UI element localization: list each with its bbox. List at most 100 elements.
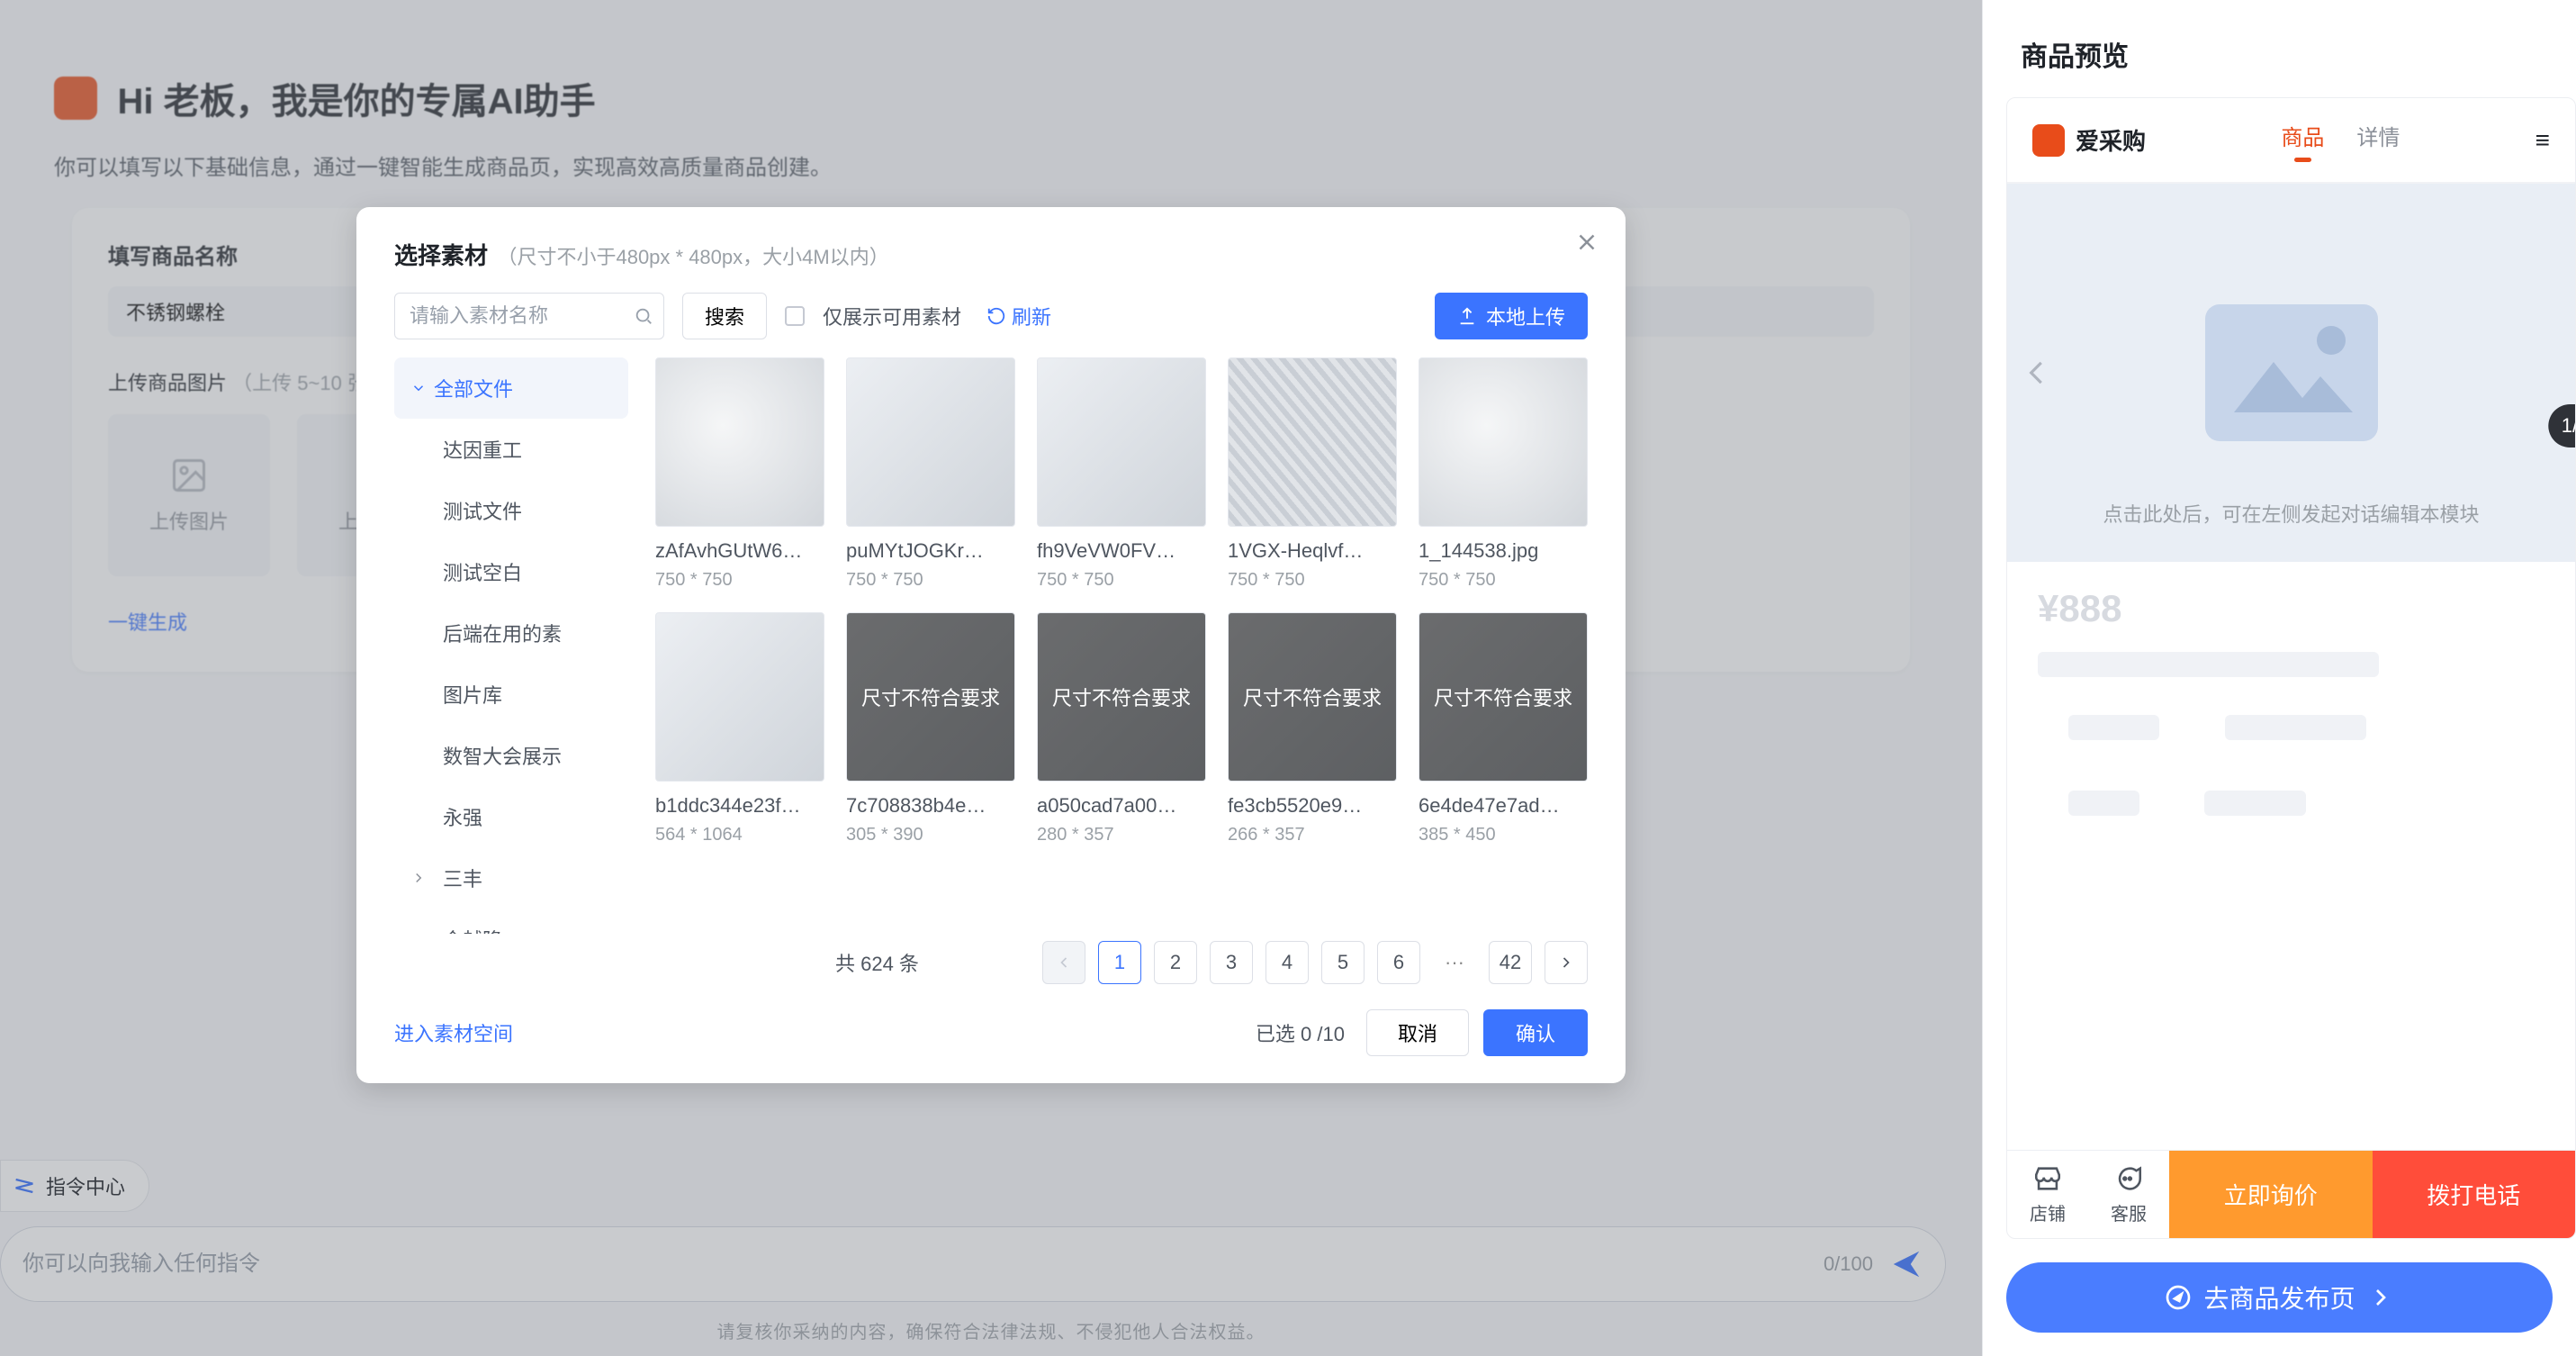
asset-thumb: 尺寸不符合要求 (1419, 612, 1588, 782)
tree-item[interactable]: 永强 (394, 786, 628, 847)
asset-filename: 1VGX-Heqlvf… (1228, 539, 1397, 563)
chevron-left-icon[interactable] (2020, 356, 2054, 390)
asset-card[interactable]: 1VGX-Heqlvf… 750 * 750 (1228, 357, 1397, 591)
shop-icon (2032, 1163, 2063, 1194)
asset-card[interactable]: 尺寸不符合要求 7c708838b4e… 305 * 390 (846, 612, 1015, 845)
pager: 共 624 条 123456 ··· 42 (655, 941, 1588, 984)
image-placeholder-icon (2202, 301, 2382, 445)
shop-button[interactable]: 店铺 (2007, 1151, 2088, 1238)
modal-title: 选择素材 (394, 242, 488, 269)
asset-card[interactable]: 尺寸不符合要求 a050cad7a00… 280 * 357 (1037, 612, 1206, 845)
tree-item[interactable]: 三丰 (394, 847, 628, 909)
pager-page[interactable]: 2 (1154, 941, 1197, 984)
pager-page[interactable]: 6 (1377, 941, 1420, 984)
tree-item[interactable]: 图片库 (394, 664, 628, 725)
asset-filename: a050cad7a00… (1037, 794, 1206, 818)
asset-filename: b1ddc344e23f… (655, 794, 824, 818)
size-warning: 尺寸不符合要求 (1229, 613, 1396, 781)
tab-goods[interactable]: 商品 (2281, 120, 2324, 160)
skeleton-line (2068, 715, 2159, 740)
local-upload-button[interactable]: 本地上传 (1435, 293, 1588, 339)
asset-dimensions: 750 * 750 (1228, 570, 1397, 591)
chevron-left-icon (1055, 954, 1073, 972)
size-warning: 尺寸不符合要求 (847, 613, 1014, 781)
search-icon (634, 306, 653, 326)
asset-dimensions: 750 * 750 (846, 570, 1015, 591)
size-warning: 尺寸不符合要求 (1038, 613, 1205, 781)
asset-thumb (1228, 357, 1397, 527)
skeleton-line (2204, 791, 2306, 816)
pager-page[interactable]: 3 (1210, 941, 1253, 984)
asset-card[interactable]: 尺寸不符合要求 6e4de47e7ad… 385 * 450 (1419, 612, 1588, 845)
tree-root-label: 全部文件 (434, 378, 513, 401)
asset-thumb (1037, 357, 1206, 527)
asset-dimensions: 280 * 357 (1037, 825, 1206, 845)
confirm-button[interactable]: 确认 (1483, 1009, 1588, 1056)
pager-page[interactable]: 1 (1098, 941, 1141, 984)
upload-icon (1457, 306, 1477, 326)
tree-item[interactable]: 金越隆 (394, 909, 628, 934)
tree-item[interactable]: 后端在用的素 (394, 602, 628, 664)
go-publish-label: 去商品发布页 (2203, 1279, 2355, 1315)
pager-last[interactable]: 42 (1489, 941, 1532, 984)
asset-card[interactable]: puMYtJOGKr…750 * 750 (846, 357, 1015, 591)
tree-item-label: 数智大会展示 (443, 746, 562, 768)
tree-item[interactable]: 达因重工 (394, 419, 628, 480)
search-button[interactable]: 搜索 (682, 293, 767, 339)
size-warning: 尺寸不符合要求 (1419, 613, 1587, 781)
phone-preview: 爱采购 商品 详情 ≡ 点击此处后，可在左侧发起对话编辑本模块 1/0 ¥888 (2006, 97, 2576, 1239)
tree-item-label: 金越隆 (443, 929, 502, 934)
service-button[interactable]: 客服 (2088, 1151, 2169, 1238)
pager-page[interactable]: 5 (1321, 941, 1365, 984)
chevron-right-icon (410, 870, 427, 886)
pager-page[interactable]: 4 (1265, 941, 1309, 984)
asset-card[interactable]: 1_144538.jpg750 * 750 (1419, 357, 1588, 591)
tree-item[interactable]: 测试空白 (394, 541, 628, 602)
tree-item-label: 永强 (443, 807, 482, 829)
refresh-link[interactable]: 刷新 (986, 302, 1051, 330)
tree-root[interactable]: 全部文件 (394, 357, 628, 419)
asset-filename: 6e4de47e7ad… (1419, 794, 1588, 818)
asset-card[interactable]: b1ddc344e23f… 564 * 1064 (655, 612, 824, 845)
chevron-right-icon (1557, 954, 1575, 972)
tree-item[interactable]: 数智大会展示 (394, 725, 628, 786)
only-usable-checkbox[interactable] (785, 306, 805, 326)
go-publish-button[interactable]: 去商品发布页 (2006, 1262, 2553, 1333)
call-button[interactable]: 拨打电话 (2373, 1151, 2576, 1238)
tree-item-label: 测试文件 (443, 501, 522, 523)
asset-dimensions: 305 * 390 (846, 825, 1015, 845)
asset-dimensions: 564 * 1064 (655, 825, 824, 845)
asset-card[interactable]: zAfAvhGUtW6…750 * 750 (655, 357, 824, 591)
ask-price-button[interactable]: 立即询价 (2169, 1151, 2373, 1238)
asset-filename: 7c708838b4e… (846, 794, 1015, 818)
enter-space-link[interactable]: 进入素材空间 (394, 1018, 513, 1047)
selected-count: 已选 0 /10 (1256, 1018, 1345, 1047)
asset-dimensions: 750 * 750 (655, 570, 824, 591)
close-icon[interactable] (1573, 229, 1600, 256)
only-usable-label: 仅展示可用素材 (823, 302, 961, 330)
search-input[interactable] (394, 293, 664, 339)
chat-icon (2113, 1163, 2144, 1194)
asset-thumb (655, 357, 824, 527)
cancel-button[interactable]: 取消 (1366, 1009, 1469, 1056)
asset-dimensions: 750 * 750 (1037, 570, 1206, 591)
chevron-down-icon (410, 380, 427, 396)
pager-ellipsis: ··· (1433, 951, 1476, 974)
asset-card[interactable]: fh9VeVW0FV…750 * 750 (1037, 357, 1206, 591)
pager-prev (1042, 941, 1085, 984)
pager-next[interactable] (1545, 941, 1588, 984)
asset-dimensions: 385 * 450 (1419, 825, 1588, 845)
tree-item[interactable]: 测试文件 (394, 480, 628, 541)
refresh-label: 刷新 (1012, 302, 1051, 330)
compass-icon (2164, 1283, 2193, 1312)
asset-thumb (655, 612, 824, 782)
pager-total: 共 624 条 (835, 948, 919, 977)
hero-image-area[interactable]: 点击此处后，可在左侧发起对话编辑本模块 (2007, 184, 2575, 562)
refresh-icon (986, 306, 1006, 326)
skeleton-line (2038, 652, 2379, 677)
tab-detail[interactable]: 详情 (2356, 120, 2400, 160)
menu-icon[interactable]: ≡ (2535, 126, 2550, 155)
asset-thumb (846, 357, 1015, 527)
tree-item-label: 图片库 (443, 684, 502, 707)
asset-card[interactable]: 尺寸不符合要求fe3cb5520e9…266 * 357 (1228, 612, 1397, 845)
